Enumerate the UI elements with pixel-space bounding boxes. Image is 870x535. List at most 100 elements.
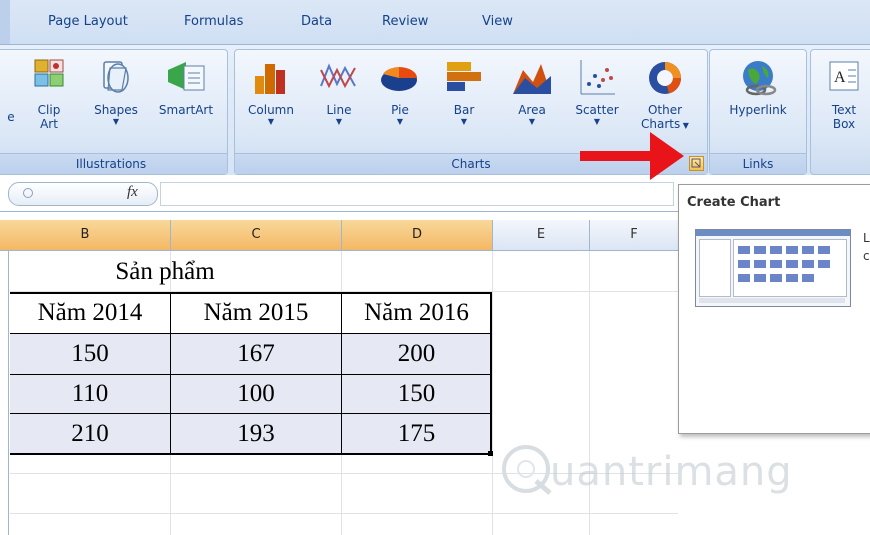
hyperlink-button[interactable]: Hyperlink bbox=[716, 56, 800, 117]
tab-data[interactable]: Data bbox=[301, 14, 332, 29]
area-chart-button[interactable]: Area ▼ bbox=[507, 56, 557, 127]
preview-gallery bbox=[733, 239, 847, 297]
gridline bbox=[10, 513, 678, 514]
table-border bbox=[10, 374, 492, 375]
table-cell[interactable]: 150 bbox=[342, 375, 491, 413]
shapes-label: Shapes bbox=[94, 103, 138, 117]
ribbon-tab-bar: Page Layout Formulas Data Review View bbox=[0, 0, 870, 44]
text-group: A Text Box bbox=[810, 49, 870, 175]
table-cell[interactable]: 200 bbox=[342, 334, 491, 374]
scatter-label: Scatter bbox=[575, 103, 619, 117]
table-cell[interactable]: 175 bbox=[342, 414, 491, 453]
preview-footer bbox=[699, 298, 845, 303]
pie-chart-icon bbox=[381, 67, 417, 91]
table-title: Sản phẩm bbox=[115, 258, 215, 285]
table-cell[interactable]: 100 bbox=[171, 375, 341, 413]
area-label: Area bbox=[518, 103, 546, 117]
text-box-label2: Box bbox=[832, 117, 856, 131]
column-label: Column bbox=[248, 103, 294, 117]
shapes-button[interactable]: Shapes ▼ bbox=[81, 56, 151, 127]
gridline bbox=[492, 251, 493, 535]
hyperlink-label: Hyperlink bbox=[729, 103, 787, 117]
links-caption: Links bbox=[710, 153, 806, 174]
table-cell[interactable]: 167 bbox=[171, 334, 341, 374]
clip-art-label2: Art bbox=[40, 117, 58, 131]
column-header-e[interactable]: E bbox=[493, 220, 590, 250]
dialog-launcher-icon bbox=[691, 158, 701, 168]
line-label: Line bbox=[326, 103, 352, 117]
tab-bar-edge bbox=[0, 0, 10, 44]
table-border bbox=[10, 413, 492, 414]
column-dropdown-icon: ▼ bbox=[267, 117, 275, 126]
column-header-c[interactable]: C bbox=[171, 220, 342, 250]
column-header-d[interactable]: D bbox=[342, 220, 493, 250]
preview-list bbox=[699, 239, 731, 297]
watermark-text: uantrimang bbox=[550, 449, 793, 495]
area-chart-icon bbox=[513, 64, 551, 94]
table-border bbox=[170, 292, 171, 454]
table-cell[interactable]: 150 bbox=[10, 334, 170, 374]
worksheet-grid[interactable]: Sản phẩm Năm 2014 Năm 2015 Năm 2016 150 … bbox=[10, 251, 792, 535]
watermark-logo-icon bbox=[498, 439, 558, 499]
table-cell[interactable]: 210 bbox=[10, 414, 170, 453]
text-box-icon: A bbox=[829, 61, 859, 91]
table-border bbox=[10, 333, 492, 334]
tab-view[interactable]: View bbox=[482, 14, 513, 29]
table-border bbox=[341, 292, 342, 454]
tooltip-title: Create Chart bbox=[687, 195, 781, 210]
column-chart-button[interactable]: Column ▼ bbox=[241, 56, 301, 127]
shapes-dropdown-icon: ▼ bbox=[112, 117, 120, 126]
text-box-label1: Text bbox=[831, 103, 857, 117]
column-headers: B C D E F bbox=[0, 220, 679, 251]
formula-controls: fx bbox=[8, 182, 158, 206]
column-header-f[interactable]: F bbox=[590, 220, 679, 250]
table-header-cell[interactable]: Năm 2016 bbox=[342, 293, 491, 333]
bar-chart-button[interactable]: Bar ▼ bbox=[439, 56, 489, 127]
column-header-b[interactable]: B bbox=[0, 220, 171, 250]
create-chart-preview bbox=[695, 229, 851, 307]
pie-label: Pie bbox=[391, 103, 409, 117]
shapes-icon bbox=[103, 61, 129, 93]
insert-function-icon[interactable]: fx bbox=[127, 184, 138, 201]
smartart-button[interactable]: SmartArt bbox=[149, 56, 223, 117]
tooltip-text-fragment: c bbox=[863, 249, 870, 263]
tooltip-text-fragment: L bbox=[863, 231, 870, 245]
picture-button-fragment[interactable]: e bbox=[5, 110, 17, 124]
pie-chart-button[interactable]: Pie ▼ bbox=[377, 56, 423, 127]
table-header-cell[interactable]: Năm 2015 bbox=[171, 293, 341, 333]
area-dropdown-icon: ▼ bbox=[528, 117, 536, 126]
charts-dialog-launcher[interactable] bbox=[689, 156, 704, 171]
svg-text:A: A bbox=[834, 69, 846, 86]
smartart-label: SmartArt bbox=[158, 103, 214, 117]
scatter-chart-icon bbox=[580, 60, 615, 95]
scatter-chart-button[interactable]: Scatter ▼ bbox=[567, 56, 627, 127]
clip-art-button[interactable]: Clip Art bbox=[29, 56, 69, 131]
table-border bbox=[490, 292, 492, 454]
tab-formulas[interactable]: Formulas bbox=[184, 14, 243, 29]
name-box-expander-icon[interactable] bbox=[23, 188, 33, 198]
bar-dropdown-icon: ▼ bbox=[460, 117, 468, 126]
illustrations-caption: Illustrations bbox=[0, 153, 227, 174]
table-header-cell[interactable]: Năm 2014 bbox=[10, 293, 170, 333]
pie-dropdown-icon: ▼ bbox=[396, 117, 404, 126]
links-group: Hyperlink Links bbox=[709, 49, 807, 175]
table-border bbox=[10, 292, 492, 294]
illustrations-group: e Clip Art Shapes ▼ SmartArt Illustratio… bbox=[0, 49, 228, 175]
hyperlink-globe-icon bbox=[743, 61, 777, 96]
table-cell[interactable]: 110 bbox=[10, 375, 170, 413]
bar-label: Bar bbox=[453, 103, 475, 117]
red-arrow-icon bbox=[580, 132, 684, 180]
line-chart-button[interactable]: Line ▼ bbox=[317, 56, 361, 127]
smartart-icon bbox=[168, 62, 205, 91]
fill-handle[interactable] bbox=[488, 451, 493, 456]
ribbon: e Clip Art Shapes ▼ SmartArt Illustratio… bbox=[0, 44, 870, 176]
tab-review[interactable]: Review bbox=[382, 14, 428, 29]
bar-chart-icon bbox=[447, 62, 481, 91]
row-header-border bbox=[8, 251, 9, 535]
column-chart-icon bbox=[255, 64, 285, 94]
text-box-button[interactable]: A Text Box bbox=[817, 56, 870, 131]
table-cell[interactable]: 193 bbox=[171, 414, 341, 453]
create-chart-tooltip: Create Chart L c bbox=[678, 184, 870, 434]
clip-art-icon bbox=[34, 59, 64, 87]
tab-page-layout[interactable]: Page Layout bbox=[48, 14, 128, 29]
